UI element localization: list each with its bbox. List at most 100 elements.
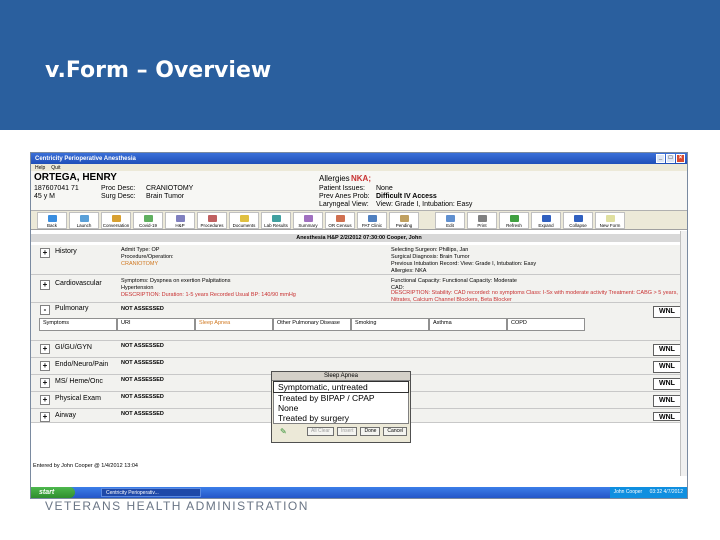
collapse-icon — [573, 215, 583, 222]
tray-clock: 03:32 4/7/2012 — [649, 489, 683, 495]
history-surg-diag: Surgical Diagnosis: Brain Tumor — [391, 254, 470, 260]
history-row: + History Admit Type: OP Procedure/Opera… — [31, 245, 687, 275]
toolbar-edit-button[interactable]: Edit — [435, 212, 465, 229]
patient-age-sex: 45 y M — [34, 193, 56, 200]
history-proc-op-value: CRANIOTOMY — [121, 261, 159, 267]
history-allergies: Allergies: NKA — [391, 268, 427, 274]
physical-exam-label: Physical Exam — [55, 395, 101, 402]
cardio-htn: Hypertension — [121, 285, 154, 291]
pencil-icon: ✎ — [280, 427, 287, 436]
ms-heme-onc-label: MS/ Heme/Onc — [55, 378, 103, 385]
popup-option-bipap[interactable]: Treated by BIPAP / CPAP — [273, 393, 409, 403]
edit-icon — [445, 215, 455, 222]
gi-gu-gyn-wnl-button[interactable]: WNL — [653, 344, 681, 356]
airway-expand-button[interactable]: + — [40, 412, 50, 422]
window-titlebar: Centricity Perioperative Anesthesia _ □ … — [31, 153, 687, 164]
popup-option-none[interactable]: None — [273, 403, 409, 413]
prev-anes-value: Difficult IV Access — [376, 193, 437, 200]
close-icon[interactable]: × — [676, 154, 685, 163]
pulm-copd-field[interactable]: COPD — [507, 318, 585, 331]
endo-neuro-pain-wnl-button[interactable]: WNL — [653, 361, 681, 373]
toolbar-documents-button[interactable]: Documents — [229, 212, 259, 229]
toolbar-new-form-button[interactable]: New Form — [595, 212, 625, 229]
popup-done-button[interactable]: Done — [360, 427, 381, 436]
airway-status: NOT ASSESSED — [121, 411, 164, 417]
endo-neuro-pain-expand-button[interactable]: + — [40, 361, 50, 371]
menu-help[interactable]: Help — [35, 165, 45, 171]
ms-heme-onc-expand-button[interactable]: + — [40, 378, 50, 388]
popup-title: Sleep Apnea — [272, 372, 410, 381]
toolbar-lab-results-button[interactable]: Lab Results — [261, 212, 291, 229]
popup-all-clear-button[interactable]: All Clear — [307, 427, 334, 436]
pulmonary-label: Pulmonary — [55, 305, 89, 312]
toolbar-expand-button[interactable]: Expand — [531, 212, 561, 229]
pulmonary-collapse-button[interactable]: - — [40, 305, 50, 315]
start-button[interactable]: start — [31, 487, 75, 498]
proc-value: CRANIOTOMY — [146, 185, 194, 192]
popup-option-surgery[interactable]: Treated by surgery — [273, 413, 409, 424]
sleep-apnea-popup: Sleep Apnea Symptomatic, untreated Treat… — [271, 371, 411, 443]
physical-exam-wnl-button[interactable]: WNL — [653, 395, 681, 407]
pulm-sleep-apnea-field[interactable]: Sleep Apnea — [195, 318, 273, 331]
toolbar-procedures-button[interactable]: Procedures — [197, 212, 227, 229]
pulm-other-field[interactable]: Other Pulmonary Disease — [273, 318, 351, 331]
toolbar-covid-button[interactable]: Covid-19 — [133, 212, 163, 229]
conversation-icon — [111, 215, 121, 222]
window-controls: _ □ × — [656, 154, 685, 163]
vertical-scrollbar[interactable] — [680, 231, 687, 476]
airway-wnl-button[interactable]: WNL — [653, 412, 681, 421]
pulm-asthma-field[interactable]: Asthma — [429, 318, 507, 331]
popup-option-symptomatic[interactable]: Symptomatic, untreated — [273, 381, 409, 393]
taskbar-app-button[interactable]: Centricity Perioperativ... — [101, 488, 201, 497]
toolbar-launch-button[interactable]: Launch — [69, 212, 99, 229]
pulmonary-status: NOT ASSESSED — [121, 306, 164, 312]
airway-label: Airway — [55, 412, 77, 419]
patient-id: 187607041 71 — [34, 185, 79, 192]
history-surgeon: Selecting Surgeon: Phillips, Jan — [391, 247, 469, 253]
gi-gu-gyn-expand-button[interactable]: + — [40, 344, 50, 354]
toolbar-conversation-button[interactable]: Conversation — [101, 212, 131, 229]
pulmonary-row: - Pulmonary NOT ASSESSED WNL Symptoms UR… — [31, 303, 687, 341]
history-prev-intub: Previous Intubation Record: View: Grade … — [391, 261, 537, 267]
history-admit-type: Admit Type: OP — [121, 247, 160, 253]
pulm-symptoms-field[interactable]: Symptoms — [39, 318, 117, 331]
pulm-smoking-field[interactable]: Smoking — [351, 318, 429, 331]
maximize-icon[interactable]: □ — [666, 154, 675, 163]
pat-clinic-icon — [367, 215, 377, 222]
patient-issues-label: Patient Issues: — [319, 185, 365, 192]
toolbar-pending-button[interactable]: Pending — [389, 212, 419, 229]
or-census-icon — [335, 215, 345, 222]
pulmonary-fields: Symptoms URI Sleep Apnea Other Pulmonary… — [39, 318, 585, 331]
toolbar-collapse-button[interactable]: Collapse — [563, 212, 593, 229]
physical-exam-expand-button[interactable]: + — [40, 395, 50, 405]
toolbar-pat-clinic-button[interactable]: PAT Clinic — [357, 212, 387, 229]
toolbar-refresh-button[interactable]: Refresh — [499, 212, 529, 229]
toolbar-print-button[interactable]: Print — [467, 212, 497, 229]
prev-anes-label: Prev Anes Prob: — [319, 193, 370, 200]
proc-label: Proc Desc: — [101, 185, 136, 192]
allergies-label: Allergies — [319, 174, 350, 183]
history-expand-button[interactable]: + — [40, 248, 50, 258]
ms-heme-onc-wnl-button[interactable]: WNL — [653, 378, 681, 390]
gi-gu-gyn-status: NOT ASSESSED — [121, 343, 164, 349]
pulmonary-wnl-button[interactable]: WNL — [653, 306, 681, 318]
tray-user: John Cooper — [613, 489, 643, 495]
windows-taskbar: start Centricity Perioperativ... John Co… — [31, 487, 687, 498]
popup-insert-button[interactable]: Insert — [336, 427, 358, 436]
cardiovascular-row: + Cardiovascular Symptoms: Dyspnea on ex… — [31, 275, 687, 303]
toolbar-or-census-button[interactable]: OR Census — [325, 212, 355, 229]
cardiovascular-expand-button[interactable]: + — [40, 280, 50, 290]
gi-gu-gyn-label: GI/GU/GYN — [55, 344, 92, 351]
cardio-func-cap: Functional Capacity: Functional Capacity… — [391, 278, 517, 284]
pulm-uri-field[interactable]: URI — [117, 318, 195, 331]
minimize-icon[interactable]: _ — [656, 154, 665, 163]
popup-cancel-button[interactable]: Cancel — [383, 427, 407, 436]
title-banner: v.Form – Overview — [0, 0, 720, 130]
toolbar-hp-button[interactable]: H&P — [165, 212, 195, 229]
surg-label: Surg Desc: — [101, 193, 136, 200]
patient-issues-value: None — [376, 185, 393, 192]
toolbar-back-button[interactable]: Back — [37, 212, 67, 229]
gi-gu-gyn-row: + GI/GU/GYN NOT ASSESSED WNL — [31, 341, 687, 358]
menu-quit[interactable]: Quit — [51, 165, 60, 171]
toolbar-summary-button[interactable]: Summary — [293, 212, 323, 229]
